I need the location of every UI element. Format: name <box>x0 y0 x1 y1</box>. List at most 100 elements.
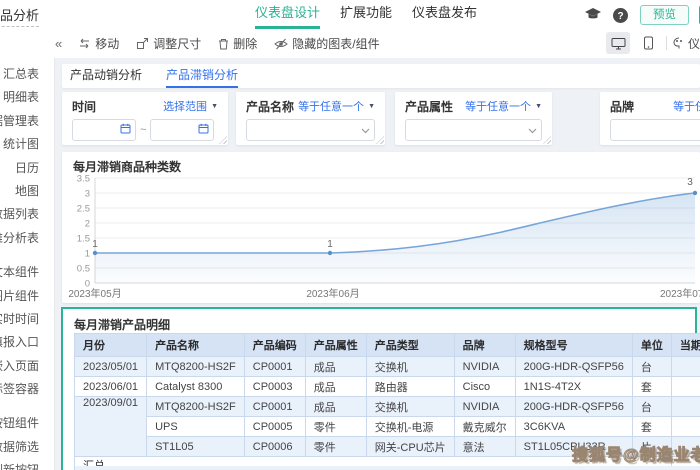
dashboard-style-button[interactable]: 仪表盘 <box>673 35 700 52</box>
tab-dashboard-publish[interactable]: 仪表盘发布 <box>412 0 477 26</box>
chevron-down-icon <box>361 121 370 139</box>
date-end-input[interactable] <box>150 119 215 141</box>
sidebar-item[interactable]: 日历 <box>0 157 54 180</box>
table-cell: 200G-HDR-QSFP56 <box>514 356 633 377</box>
table-cell: CP0001 <box>243 356 306 377</box>
dashboard-canvas: 产品动销分析 产品滞销分析 时间 选择范围 ▼ ~ 产品名称 等于任意一个 ▼ … <box>55 58 700 470</box>
filter-card-brand: 品牌 等于任意一个 ▼ <box>600 92 700 145</box>
sidebar-item[interactable]: 明细表 <box>0 86 54 109</box>
table-row: 2023/05/01 MTQ8200-HS2F CP0001 成品 交换机 NVIDIA 2… <box>73 356 700 377</box>
tablet-icon <box>643 36 653 50</box>
table-cell: MTQ8200-HS2F <box>146 356 245 377</box>
table-cell: MTQ8200-HS2F <box>146 396 245 417</box>
date-start-input[interactable] <box>72 119 136 141</box>
sidebar-item[interactable]: 数据列表 <box>0 203 54 226</box>
filter-operator-dropdown[interactable]: 选择范围 ▼ <box>163 98 218 114</box>
sidebar-item[interactable]: 数据筛选 <box>0 436 54 459</box>
table-cell: ST1L05 <box>146 436 245 457</box>
table-cell: CP0003 <box>243 376 306 397</box>
move-button[interactable]: 移动 <box>78 35 119 52</box>
table-header-cell: 品牌 <box>453 333 516 357</box>
brand-select[interactable] <box>610 119 700 141</box>
page-title[interactable]: 产品分析 <box>0 5 40 27</box>
collapse-panel-icon[interactable]: « <box>55 36 62 51</box>
sidebar-item[interactable]: 数据管理表 <box>0 110 54 133</box>
table-cell: 3C6KVA <box>514 416 633 437</box>
filter-operator-dropdown[interactable]: 等于任意一个 ▼ <box>673 98 700 114</box>
sidebar-item[interactable]: 文本组件 <box>0 261 54 284</box>
dropdown-arrow-icon: ▼ <box>211 102 218 110</box>
tab-product-moving-analysis[interactable]: 产品动销分析 <box>70 64 142 86</box>
device-preview-group: 仪表盘 <box>606 32 700 54</box>
filter-operator-dropdown[interactable]: 等于任意一个 ▼ <box>298 98 375 114</box>
product-attribute-select[interactable] <box>405 119 542 141</box>
filter-label: 产品名称 <box>246 99 295 114</box>
table-header-cell: 产品名称 <box>146 333 245 357</box>
graduation-cap-icon[interactable] <box>584 7 602 23</box>
product-name-select[interactable] <box>246 119 375 141</box>
svg-text:1: 1 <box>92 239 98 250</box>
table-header-cell: 产品编码 <box>243 333 306 357</box>
tab-dashboard-design[interactable]: 仪表盘设计 <box>255 0 321 29</box>
mobile-view-button[interactable] <box>636 32 660 54</box>
table-cell: CP0005 <box>243 416 306 437</box>
table-cell: 戴克威尔 <box>453 416 516 437</box>
table-header-cell: 当期库存数量 <box>670 333 700 357</box>
table-cell: Cisco <box>453 376 516 397</box>
svg-text:2023年06月: 2023年06月 <box>306 287 359 300</box>
sidebar-item[interactable]: 地图 <box>0 180 54 203</box>
table-cell: 台 <box>631 356 672 377</box>
svg-text:?: ? <box>617 11 623 22</box>
table-cell: UPS <box>146 416 245 437</box>
table-header-cell: 规格型号 <box>514 333 633 357</box>
sidebar-item[interactable]: 汇总表 <box>0 63 54 86</box>
table-header-cell: 月份 <box>73 333 148 357</box>
filter-label: 产品属性 <box>405 99 454 114</box>
filter-label: 品牌 <box>610 99 635 114</box>
sidebar-item[interactable]: 填报入口 <box>0 331 54 354</box>
table-cell: 2023/09/01 <box>73 396 148 457</box>
svg-text:3: 3 <box>687 177 693 188</box>
delete-button[interactable]: 删除 <box>218 35 257 52</box>
area-chart: 3.5 3 2.5 2 1.5 1 0.5 0 1 1 3 2023年05月 2… <box>68 174 700 301</box>
table-header-cell: 产品类型 <box>365 333 455 357</box>
resize-button[interactable]: 调整尺寸 <box>136 35 201 52</box>
sidebar-item[interactable]: 按钮组件 <box>0 412 54 435</box>
calendar-icon <box>198 121 209 139</box>
sidebar-item[interactable]: 多维分析表 <box>0 227 54 250</box>
sidebar-item[interactable]: 统计图 <box>0 133 54 156</box>
resize-handle[interactable] <box>219 136 227 144</box>
help-icon[interactable]: ? <box>612 7 630 23</box>
chart-card-unsalable-types[interactable]: 每月滞销商品种类数 3.5 3 2.5 2 1.5 1 0.5 0 1 1 3 … <box>62 152 700 303</box>
table-title: 每月滞销产品明细 <box>74 318 171 332</box>
table-row: 2023/06/01 Catalyst 8300 CP0003 成品 路由器 Cisco 1… <box>73 376 700 397</box>
monitor-icon <box>611 37 625 49</box>
sidebar-item[interactable]: 图片组件 <box>0 285 54 308</box>
filter-operator-dropdown[interactable]: 等于任意一个 ▼ <box>465 98 542 114</box>
table-cell: 交换机-电源 <box>365 416 455 437</box>
tab-extension-features[interactable]: 扩展功能 <box>340 0 392 26</box>
table-cell: 173 <box>670 376 700 397</box>
sidebar-item[interactable]: 嵌入页面 <box>0 355 54 378</box>
sidebar-item[interactable]: 标签容器 <box>0 378 54 401</box>
hidden-charts-button[interactable]: 隐藏的图表/组件 <box>274 35 380 52</box>
sidebar-item[interactable]: 刷新按钮 <box>0 459 54 470</box>
table-cell: 台 <box>631 396 672 417</box>
tab-product-unsalable-analysis[interactable]: 产品滞销分析 <box>166 64 239 88</box>
table-cell: 交换机 <box>365 356 455 377</box>
svg-text:1: 1 <box>327 239 333 250</box>
watermark-text: 搜狐号@制造业老 <box>572 447 700 465</box>
data-point <box>327 250 333 256</box>
svg-text:2.5: 2.5 <box>77 204 90 215</box>
filter-card-product-attribute: 产品属性 等于任意一个 ▼ <box>395 92 552 145</box>
preview-button[interactable]: 预览 <box>640 4 689 25</box>
desktop-view-button[interactable] <box>606 32 630 54</box>
sidebar-item[interactable]: 实时时间 <box>0 308 54 331</box>
resize-handle[interactable] <box>376 136 384 144</box>
dashboard-tab-bar: 产品动销分析 产品滞销分析 <box>62 64 700 88</box>
divider <box>666 36 667 50</box>
table-header-cell: 单位 <box>631 333 672 357</box>
table-cell: 成品 <box>304 356 367 377</box>
table-cell: 成品 <box>304 376 367 397</box>
resize-handle[interactable] <box>543 136 551 144</box>
